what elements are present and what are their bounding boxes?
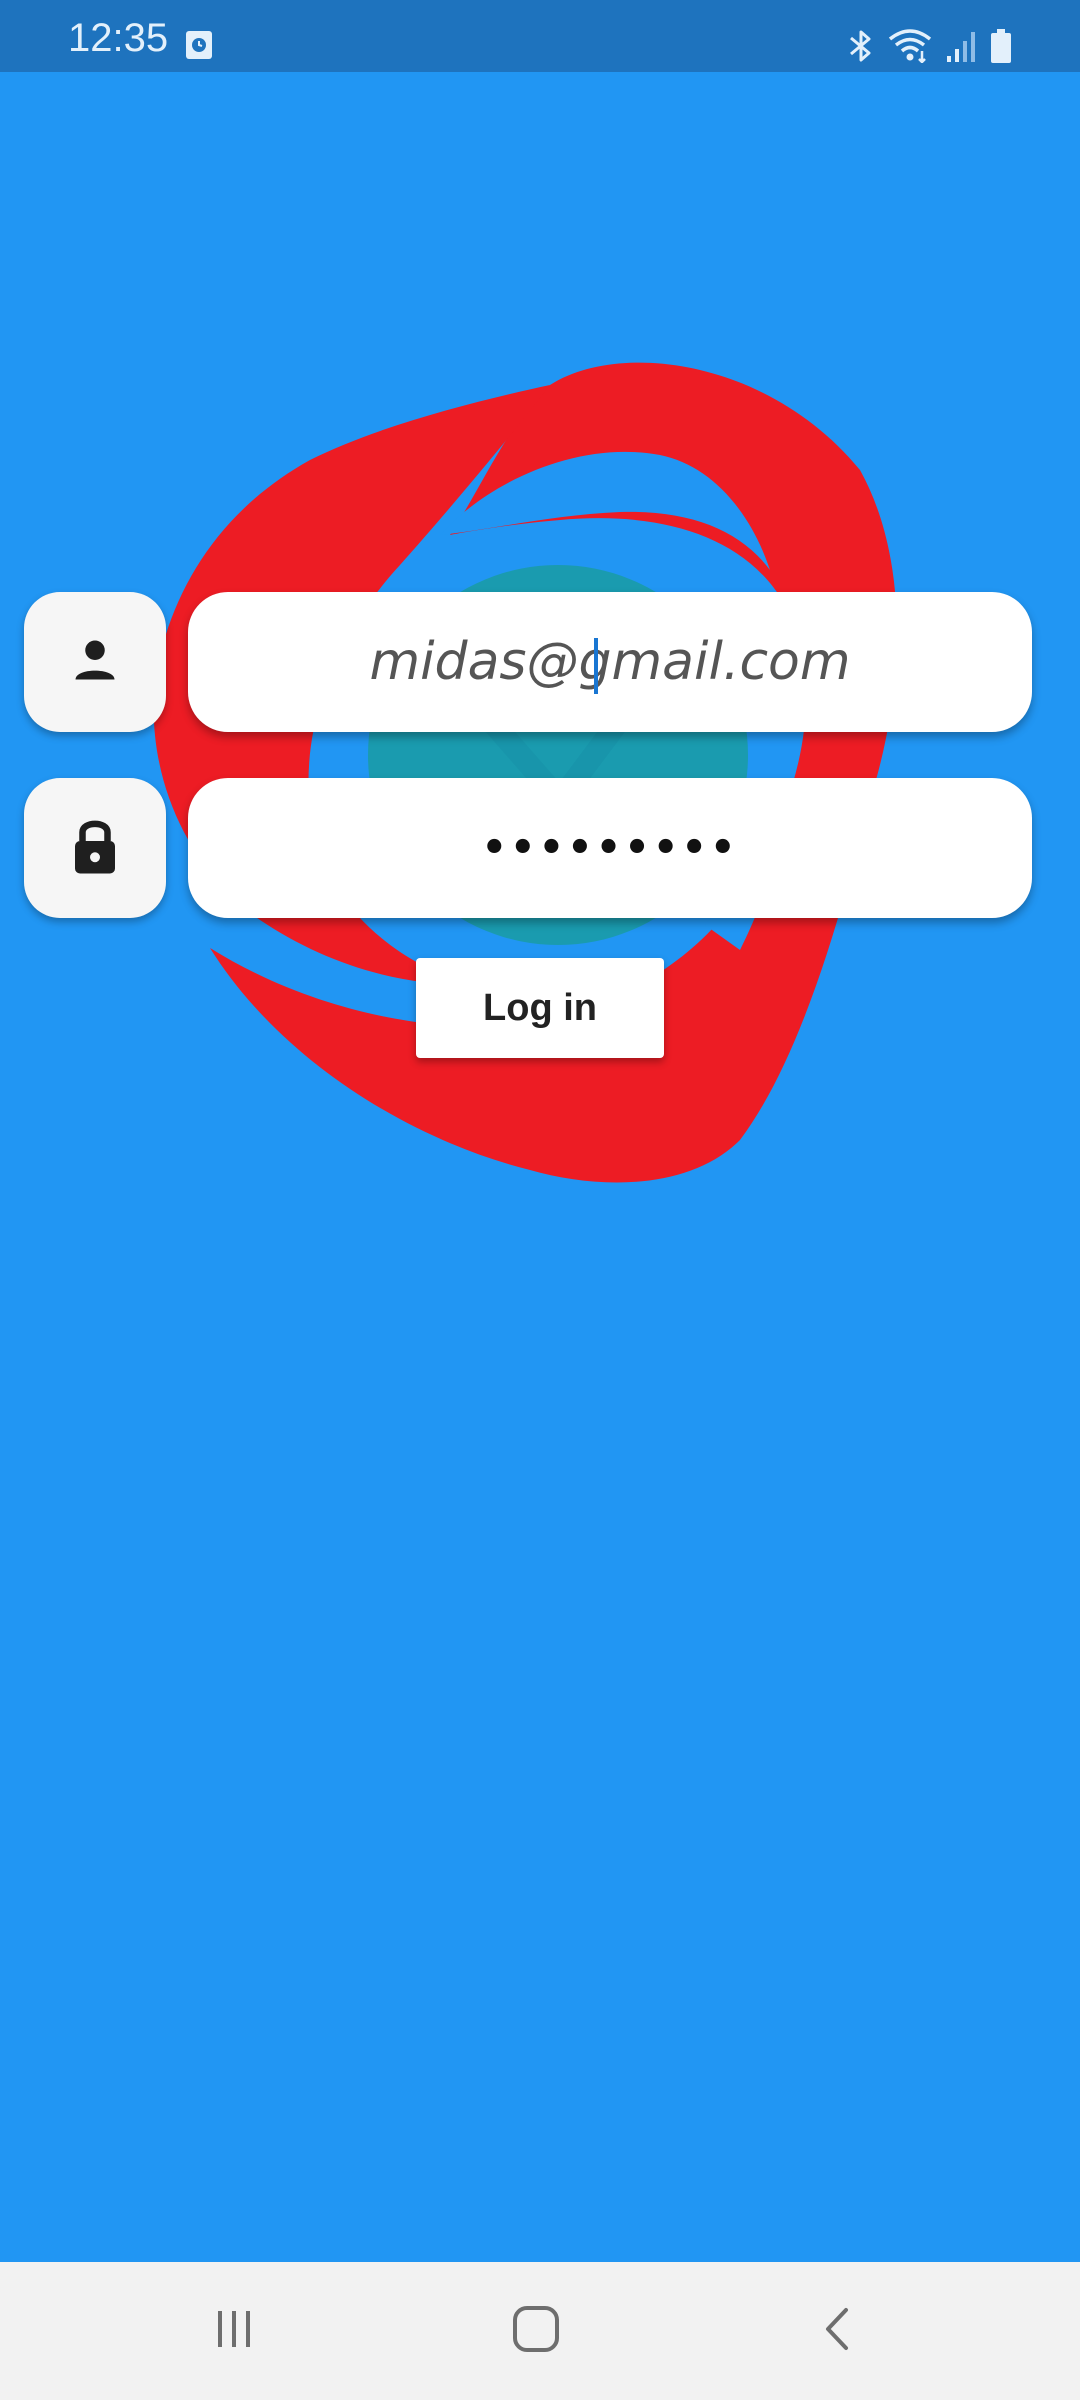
recent-apps-button[interactable] [184, 2286, 284, 2376]
password-field[interactable]: ••••••••• [188, 778, 1032, 918]
email-icon-box [24, 592, 166, 732]
navigation-bar [0, 2262, 1080, 2400]
password-input-value[interactable]: ••••••••• [481, 825, 738, 871]
bluetooth-icon [848, 29, 874, 63]
password-icon-box [24, 778, 166, 918]
email-row: midas@gmail.com [24, 592, 1032, 732]
email-field[interactable]: midas@gmail.com [188, 592, 1032, 732]
back-button[interactable] [788, 2286, 888, 2376]
wifi-icon [888, 29, 932, 63]
login-button[interactable]: Log in [416, 958, 664, 1058]
brand-logo-icon [150, 360, 910, 1190]
status-time: 12:35 [68, 16, 169, 60]
home-icon [511, 2304, 561, 2359]
back-icon [818, 2304, 858, 2359]
status-bar: 12:35 [0, 0, 1080, 72]
status-icons [848, 26, 1012, 66]
email-input-value[interactable]: midas@gmail.com [369, 632, 851, 694]
person-icon [69, 634, 121, 691]
cellular-signal-icon [946, 30, 976, 62]
lock-icon [70, 816, 120, 881]
text-caret [594, 638, 599, 694]
recent-apps-icon [212, 2307, 256, 2356]
home-button[interactable] [486, 2286, 586, 2376]
screen-time-icon [186, 31, 212, 59]
password-row: ••••••••• [24, 778, 1032, 918]
battery-icon [990, 29, 1012, 63]
